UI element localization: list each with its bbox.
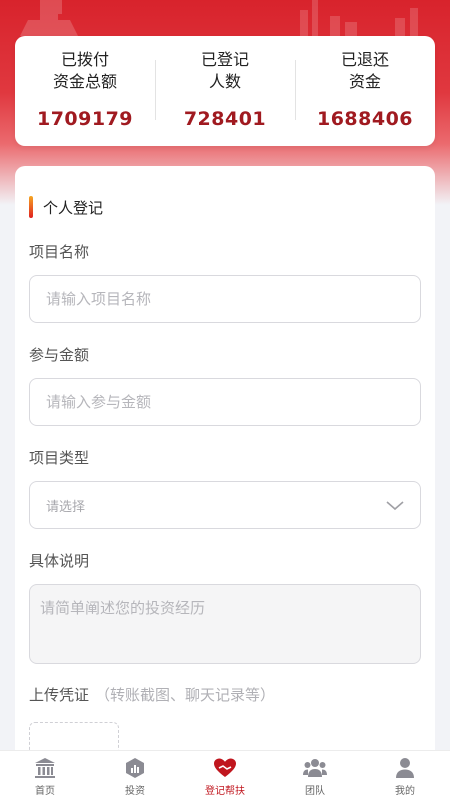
stat-registered: 已登记 人数 728401 bbox=[155, 36, 295, 146]
stat-refunded: 已退还 资金 1688406 bbox=[295, 36, 435, 146]
stat-value: 728401 bbox=[183, 108, 267, 130]
title-accent-bar bbox=[29, 196, 33, 218]
project-type-label: 项目类型 bbox=[29, 449, 90, 467]
stat-label-line2: 人数 bbox=[208, 72, 241, 91]
project-type-selected: 请选择 bbox=[46, 499, 86, 515]
section-title-text: 个人登记 bbox=[43, 198, 104, 217]
stat-value: 1688406 bbox=[316, 108, 414, 130]
tab-label: 团队 bbox=[305, 786, 325, 797]
tab-register-aid[interactable]: 登记帮扶 bbox=[180, 751, 270, 800]
project-name-input[interactable] bbox=[29, 275, 421, 323]
tab-invest[interactable]: 投资 bbox=[90, 751, 180, 800]
stats-card: 已拨付 资金总额 1709179 已登记 人数 728401 已退还 资金 16… bbox=[15, 36, 435, 146]
heart-hand-icon bbox=[213, 756, 237, 780]
amount-label: 参与金额 bbox=[29, 346, 90, 364]
registration-form: 个人登记 项目名称 参与金额 项目类型 请选择 具体说明 上传凭证 （转账截图、聊… bbox=[15, 166, 435, 786]
upload-hint: （转账截图、聊天记录等） bbox=[95, 686, 276, 704]
stat-label: 已拨付 资金总额 bbox=[53, 49, 117, 93]
tab-label: 登记帮扶 bbox=[205, 786, 245, 797]
stat-disbursed: 已拨付 资金总额 1709179 bbox=[15, 36, 155, 146]
upload-label: 上传凭证 （转账截图、聊天记录等） bbox=[29, 684, 275, 705]
stat-label-line2: 资金总额 bbox=[52, 72, 117, 91]
user-icon bbox=[393, 756, 417, 780]
bottom-tabbar: 首页 投资 登记帮扶 团队 我的 bbox=[0, 750, 450, 800]
stat-label-line1: 已登记 bbox=[200, 50, 249, 69]
stat-label: 已退还 资金 bbox=[341, 49, 389, 93]
team-icon bbox=[303, 756, 327, 780]
stat-value: 1709179 bbox=[36, 108, 134, 130]
chevron-down-icon bbox=[386, 496, 404, 515]
amount-input[interactable] bbox=[29, 378, 421, 426]
bank-icon bbox=[33, 756, 57, 780]
tab-mine[interactable]: 我的 bbox=[360, 751, 450, 800]
invest-icon bbox=[123, 756, 147, 780]
description-textarea[interactable] bbox=[29, 584, 421, 664]
upload-label-text: 上传凭证 bbox=[29, 686, 90, 704]
tab-home[interactable]: 首页 bbox=[0, 751, 90, 800]
stat-label-line2: 资金 bbox=[348, 72, 381, 91]
stat-label: 已登记 人数 bbox=[201, 49, 249, 93]
project-type-select[interactable]: 请选择 bbox=[29, 481, 421, 529]
description-label: 具体说明 bbox=[29, 552, 90, 570]
tab-team[interactable]: 团队 bbox=[270, 751, 360, 800]
stat-label-line1: 已退还 bbox=[340, 50, 389, 69]
tab-label: 首页 bbox=[35, 786, 55, 797]
project-name-label: 项目名称 bbox=[29, 243, 90, 261]
tab-label: 投资 bbox=[125, 786, 145, 797]
stat-label-line1: 已拨付 bbox=[60, 50, 109, 69]
tab-label: 我的 bbox=[395, 786, 415, 797]
section-title: 个人登记 bbox=[29, 196, 103, 218]
